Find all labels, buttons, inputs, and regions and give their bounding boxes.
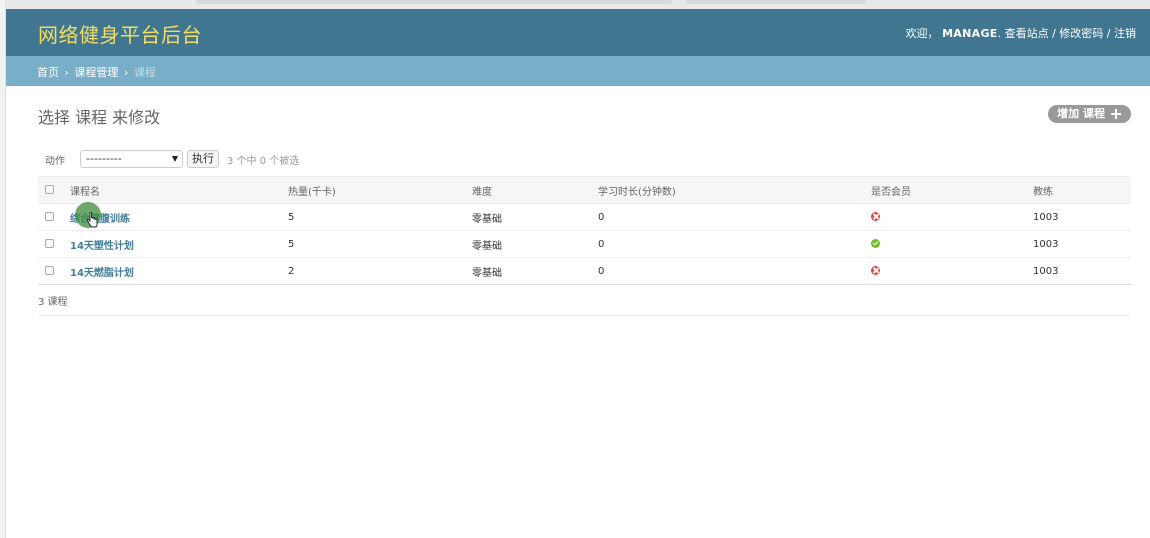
column-header-name[interactable]: 课程名	[70, 176, 288, 204]
add-course-button[interactable]: 增加 课程	[1048, 105, 1131, 123]
member-cell	[871, 230, 1033, 258]
breadcrumb-separator: ›	[123, 66, 129, 79]
calories-cell: 5	[288, 203, 472, 231]
calories-cell: 2	[288, 257, 472, 285]
coach-cell: 1003	[1033, 257, 1131, 285]
course-name-cell: 综合健腹训练	[70, 203, 288, 231]
icon-no-icon	[871, 266, 880, 275]
plus-icon	[1111, 109, 1121, 119]
column-header-coach[interactable]: 教练	[1033, 176, 1131, 204]
browser-top-strip	[6, 0, 1150, 9]
view-site-link[interactable]: 查看站点	[1005, 27, 1049, 40]
difficulty-cell: 零基础	[472, 257, 598, 285]
difficulty-cell: 零基础	[472, 230, 598, 258]
row-select-cell	[38, 257, 70, 285]
username: MANAGE	[942, 27, 998, 40]
duration-cell: 0	[598, 230, 871, 258]
breadcrumb-app[interactable]: 课程管理	[74, 66, 118, 79]
selection-counter: 3 个中 0 个被选	[227, 155, 300, 167]
course-name-cell: 14天燃脂计划	[70, 257, 288, 285]
breadcrumb-separator: ›	[64, 66, 69, 79]
hand-cursor-icon	[86, 212, 98, 228]
results-table: 课程名 热量(千卡) 难度 学习时长(分钟数) 是否会员 教练 综合健腹训练 5…	[38, 176, 1131, 285]
course-link[interactable]: 14天燃脂计划	[70, 268, 134, 279]
paginator: 3 课程	[38, 283, 1131, 316]
select-all-checkbox[interactable]	[45, 185, 54, 194]
breadcrumb-current: 课程	[133, 66, 156, 79]
difficulty-cell: 零基础	[472, 203, 598, 231]
table-header-row: 课程名 热量(千卡) 难度 学习时长(分钟数) 是否会员 教练	[38, 176, 1131, 204]
coach-cell: 1003	[1033, 203, 1131, 231]
column-header-member[interactable]: 是否会员	[871, 176, 1033, 204]
row-checkbox[interactable]	[45, 212, 54, 221]
site-brand[interactable]: 网络健身平台后台	[38, 19, 202, 48]
add-course-label: 增加 课程	[1057, 107, 1105, 120]
page-title: 选择 课程 来修改	[38, 108, 161, 127]
address-bar-fragment	[196, 0, 672, 4]
welcome-text: 欢迎，	[905, 27, 939, 40]
actions-bar: 动作 --------- 执行 3 个中 0 个被选	[38, 148, 299, 170]
breadcrumb-home[interactable]: 首页	[37, 66, 59, 79]
breadcrumb: 首页 › 课程管理 › 课程	[6, 56, 1150, 86]
toolbar-fragment	[686, 0, 866, 4]
column-header-duration[interactable]: 学习时长(分钟数)	[598, 176, 871, 204]
user-tools-separator: /	[1048, 27, 1060, 40]
course-link[interactable]: 14天塑性计划	[70, 241, 134, 252]
coach-cell: 1003	[1033, 230, 1131, 258]
column-header-difficulty[interactable]: 难度	[472, 176, 598, 204]
username-suffix: .	[997, 27, 1002, 40]
table-row: 综合健腹训练 5 零基础 0 1003	[38, 203, 1131, 231]
calories-cell: 5	[288, 230, 472, 258]
user-tools: 欢迎， MANAGE. 查看站点 / 修改密码 / 注销	[906, 25, 1136, 41]
course-name-cell: 14天塑性计划	[70, 230, 288, 258]
icon-yes-icon	[871, 239, 880, 248]
column-header-calories[interactable]: 热量(千卡)	[288, 176, 472, 204]
duration-cell: 0	[598, 203, 871, 231]
row-checkbox[interactable]	[45, 239, 54, 248]
admin-header: 网络健身平台后台 欢迎， MANAGE. 查看站点 / 修改密码 / 注销	[6, 9, 1150, 56]
duration-cell: 0	[598, 257, 871, 285]
user-tools-separator: /	[1103, 27, 1114, 40]
action-select-value: ---------	[86, 152, 122, 165]
select-all-header	[38, 176, 70, 204]
member-cell	[871, 203, 1033, 231]
run-action-button[interactable]: 执行	[187, 150, 219, 168]
member-cell	[871, 257, 1033, 285]
chevron-down-icon	[172, 156, 178, 162]
logout-link[interactable]: 注销	[1114, 27, 1136, 40]
table-row: 14天燃脂计划 2 零基础 0 1003	[38, 257, 1131, 285]
table-row: 14天塑性计划 5 零基础 0 1003	[38, 230, 1131, 258]
row-select-cell	[38, 203, 70, 231]
row-checkbox[interactable]	[45, 266, 54, 275]
actions-label: 动作	[45, 155, 65, 167]
row-select-cell	[38, 230, 70, 258]
change-password-link[interactable]: 修改密码	[1059, 27, 1103, 40]
action-select[interactable]: ---------	[80, 150, 183, 168]
icon-no-icon	[871, 212, 880, 221]
